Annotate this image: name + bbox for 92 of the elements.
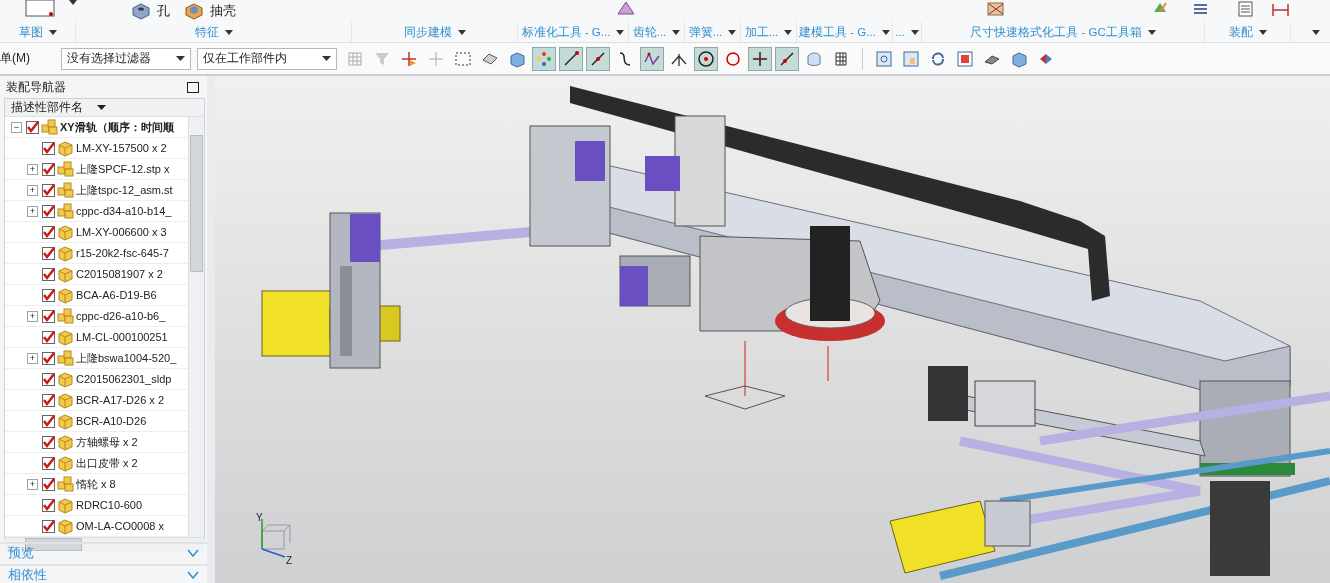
type-filter-dropdown[interactable]: 没有选择过滤器: [61, 47, 191, 70]
tree-row[interactable]: C2015081907 x 2: [5, 264, 188, 285]
tree-toggle[interactable]: +: [27, 163, 38, 175]
checkbox[interactable]: [42, 435, 55, 449]
dropdown-caret-icon[interactable]: [97, 105, 106, 110]
checkbox[interactable]: [42, 372, 55, 386]
dropdown-caret-icon[interactable]: [672, 29, 681, 35]
tree-row[interactable]: r15-20k2-fsc-645-7: [5, 243, 188, 264]
ribbon-group-label: 尺寸快速格式化工具 - GC工具箱: [970, 24, 1142, 40]
tree-toggle[interactable]: +: [27, 184, 38, 196]
tree-row[interactable]: BCR-A10-D26: [5, 411, 188, 432]
dropdown-caret-icon[interactable]: [1312, 29, 1320, 35]
tree-toggle[interactable]: +: [27, 310, 38, 322]
ribbon-group-label: 加工...: [744, 24, 779, 40]
tree-toggle[interactable]: −: [11, 121, 22, 133]
tree-row[interactable]: LM-XY-006600 x 3: [5, 222, 188, 243]
checkbox[interactable]: [42, 309, 55, 323]
checkbox[interactable]: [42, 330, 55, 344]
dropdown-caret-icon[interactable]: [616, 29, 625, 35]
checkbox[interactable]: [42, 246, 55, 260]
tree-row[interactable]: BCA-A6-D19-B6: [5, 285, 188, 306]
checkbox[interactable]: [42, 162, 55, 176]
tree-toggle[interactable]: +: [27, 352, 38, 364]
checkbox[interactable]: [42, 351, 55, 365]
dropdown-caret-icon[interactable]: [69, 0, 77, 5]
column-header[interactable]: 描述性部件名: [5, 99, 204, 117]
dropdown-caret-icon[interactable]: [48, 29, 57, 35]
checkbox[interactable]: [42, 267, 55, 281]
dropdown-caret-icon[interactable]: [457, 29, 466, 35]
checkbox[interactable]: [42, 204, 55, 218]
checkbox[interactable]: [42, 225, 55, 239]
navigator-title: 装配导航器: [6, 78, 66, 96]
tree-row[interactable]: C2015062301_sldp: [5, 369, 188, 390]
axis-label: Z: [286, 555, 293, 566]
dropdown-caret-icon[interactable]: [322, 56, 331, 61]
tree-toggle[interactable]: +: [27, 478, 38, 490]
ribbon-group-label: 草图: [18, 24, 43, 40]
checkbox[interactable]: [42, 141, 55, 155]
dropdown-caret-icon[interactable]: [224, 29, 233, 35]
tree-row[interactable]: 出口皮带 x 2: [5, 453, 188, 474]
vertical-scrollbar[interactable]: [188, 117, 204, 537]
chevron-icon[interactable]: [187, 571, 199, 579]
ribbon-group-label: 装配: [1228, 24, 1253, 40]
ribbon-group-label: ...: [895, 26, 905, 38]
dropdown-caret-icon[interactable]: [1147, 29, 1156, 35]
tree-row[interactable]: + cppc-d34-a10-b14_: [5, 201, 188, 222]
ribbon-group-label: 特征: [194, 24, 219, 40]
chevron-icon[interactable]: [187, 549, 199, 557]
checkbox[interactable]: [26, 120, 39, 134]
checkbox[interactable]: [42, 288, 55, 302]
shell-block-icon[interactable]: [184, 2, 204, 20]
tree-row[interactable]: + cppc-d26-a10-b6_: [5, 306, 188, 327]
dropdown-caret-icon[interactable]: [910, 29, 919, 35]
tree-row[interactable]: + 惰轮 x 8: [5, 474, 188, 495]
checkbox[interactable]: [42, 183, 55, 197]
checkbox[interactable]: [42, 519, 55, 533]
maximize-icon[interactable]: [187, 81, 199, 93]
dropdown-caret-icon[interactable]: [784, 29, 793, 35]
dropdown-caret-icon[interactable]: [176, 56, 185, 61]
menu-button[interactable]: 单(M): [0, 50, 58, 67]
tree-row[interactable]: LM-CL-000100251: [5, 327, 188, 348]
checkbox[interactable]: [42, 498, 55, 512]
scope-dropdown[interactable]: 仅在工作部件内: [197, 47, 337, 70]
dropdown-caret-icon[interactable]: [728, 29, 737, 35]
ribbon-group-label: 弹簧...: [688, 24, 723, 40]
ribbon-group-label: 标准化工具 - G...: [521, 24, 611, 40]
tree-row[interactable]: LM-XY-157500 x 2: [5, 138, 188, 159]
tree-row[interactable]: + 上隆tspc-12_asm.st: [5, 180, 188, 201]
dropdown-caret-icon[interactable]: [1258, 29, 1267, 35]
ribbon-group-label: 齿轮...: [632, 24, 667, 40]
ribbon-group-label: 同步建模: [403, 24, 452, 40]
tree-row[interactable]: 方轴螺母 x 2: [5, 432, 188, 453]
ribbon-group-label: 建模工具 - G...: [799, 24, 876, 40]
hole-block-icon[interactable]: [131, 2, 151, 20]
shell-button[interactable]: 抽壳: [184, 2, 236, 20]
tree-row[interactable]: + 上隆bswa1004-520_: [5, 348, 188, 369]
tree-row[interactable]: − XY滑轨（顺序：时间顺: [5, 117, 188, 138]
checkbox[interactable]: [42, 414, 55, 428]
axis-label: Y: [256, 512, 263, 523]
face-edit-icon[interactable]: [986, 0, 1006, 18]
tree-toggle[interactable]: +: [27, 205, 38, 217]
checkbox[interactable]: [42, 393, 55, 407]
checkbox[interactable]: [42, 477, 55, 491]
tree-row[interactable]: RDRC10-600: [5, 495, 188, 516]
axis-triad-drawing[interactable]: [261, 518, 291, 558]
hole-button[interactable]: 孔: [131, 2, 170, 20]
pyramid-icon[interactable]: [616, 0, 636, 18]
tree-row[interactable]: + 上隆SPCF-12.stp x: [5, 159, 188, 180]
tree-row[interactable]: BCR-A17-D26 x 2: [5, 390, 188, 411]
viewport[interactable]: Y Z: [215, 76, 1330, 583]
checkbox[interactable]: [42, 456, 55, 470]
dropdown-caret-icon[interactable]: [881, 29, 890, 35]
